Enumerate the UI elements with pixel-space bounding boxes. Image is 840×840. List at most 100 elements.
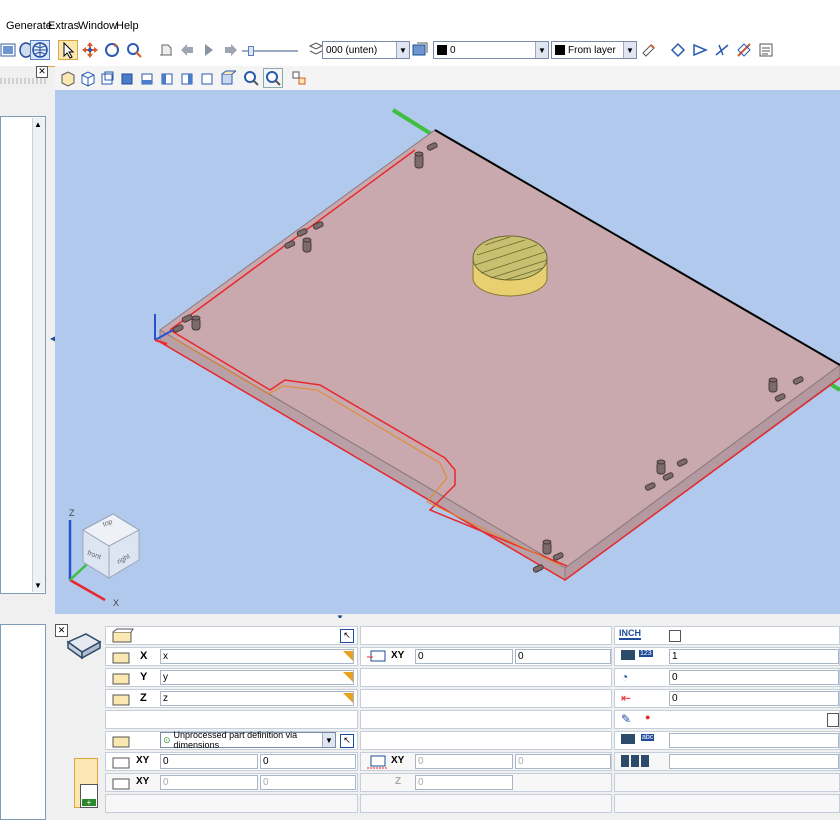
tool-icon: ✎ xyxy=(621,712,632,726)
units-checkbox[interactable] xyxy=(669,630,681,642)
back-arrow-icon[interactable] xyxy=(178,40,198,60)
corner-tool-icon[interactable] xyxy=(690,40,710,60)
formula-flag-icon[interactable] xyxy=(343,651,353,661)
x-input[interactable]: x xyxy=(160,649,354,664)
zoom-rotate-icon[interactable] xyxy=(124,40,144,60)
row-c2-4 xyxy=(360,689,612,708)
panel-grip[interactable] xyxy=(0,78,46,84)
color-dots-icon: ● xyxy=(645,712,651,722)
menu-extras[interactable]: Extras xyxy=(48,20,79,32)
history-icon[interactable] xyxy=(156,40,176,60)
bottom-left-list[interactable] xyxy=(0,624,46,820)
ref-xy-label: XY xyxy=(391,755,405,766)
properties-icon[interactable] xyxy=(756,40,776,60)
stack-icon xyxy=(621,650,635,660)
offset-icon: ⇤ xyxy=(621,691,632,705)
animation-slider[interactable] xyxy=(242,46,298,56)
main-toolbar: 000 (unten) ▼ 0 ▼ From layer ▼ xyxy=(0,36,840,67)
chevron-down-icon[interactable]: ▼ xyxy=(322,733,335,747)
menu-help[interactable]: Help xyxy=(116,20,139,32)
forward-arrow-icon[interactable] xyxy=(220,40,240,60)
chevron-down-icon[interactable]: ▼ xyxy=(535,42,548,58)
linetype-swatch xyxy=(555,45,565,55)
trim-tool-icon[interactable] xyxy=(712,40,732,60)
select-pointer-icon[interactable] xyxy=(58,40,78,60)
label-input[interactable] xyxy=(669,733,839,748)
shaded-view-icon[interactable] xyxy=(217,68,237,88)
dim-z-icon xyxy=(110,691,134,707)
ref-y-input[interactable]: 0 xyxy=(515,754,611,769)
edge-tool-icon[interactable] xyxy=(668,40,688,60)
vertical-scrollbar[interactable]: ▲ ▼ xyxy=(32,118,45,592)
abc-badge: abc xyxy=(641,734,655,741)
offset-input[interactable]: 0 xyxy=(669,691,839,706)
row-c2-9 xyxy=(360,794,612,813)
scroll-up-icon[interactable]: ▲ xyxy=(34,120,42,129)
chevron-down-icon[interactable]: ▼ xyxy=(623,42,636,58)
properties-panel: ✕ + ↖ X x Y y Z z ⊙ Unprocessed part def… xyxy=(0,618,840,840)
formula-flag-icon[interactable] xyxy=(343,693,353,703)
close-icon[interactable]: ✕ xyxy=(36,66,48,78)
left-view-icon[interactable] xyxy=(157,68,177,88)
row-c2-6 xyxy=(360,731,612,750)
wire-view-icon[interactable] xyxy=(197,68,217,88)
paint-icon[interactable] xyxy=(638,40,658,60)
pan-icon[interactable] xyxy=(80,40,100,60)
color-palette-icon[interactable] xyxy=(410,40,430,60)
gizmo-z-label: Z xyxy=(69,508,75,518)
pick-arrow-icon[interactable]: ↖ xyxy=(340,629,354,643)
count-input[interactable]: 1 xyxy=(669,649,839,664)
row-c2-ref-xy: XY 0 0 xyxy=(360,752,612,771)
color-combo[interactable]: 0 ▼ xyxy=(433,41,549,59)
origin2-icon xyxy=(110,775,134,791)
z-input[interactable]: z xyxy=(160,691,354,706)
part-definition-combo[interactable]: ⊙ Unprocessed part definition via dimens… xyxy=(160,730,336,750)
row-c3-9 xyxy=(614,794,840,813)
color-swatch xyxy=(437,45,447,55)
row-x: X x xyxy=(105,647,358,666)
right-view-icon[interactable] xyxy=(177,68,197,88)
status-bar xyxy=(0,820,840,840)
snap-icon[interactable] xyxy=(289,68,309,88)
origin-y-input[interactable]: 0 xyxy=(260,754,356,769)
front-view-icon[interactable] xyxy=(77,68,97,88)
row-origin-xy-2: XY 0 0 xyxy=(105,773,358,792)
top-view-icon[interactable] xyxy=(117,68,137,88)
c2-y-input[interactable]: 0 xyxy=(515,649,611,664)
add-panel-button[interactable]: + xyxy=(80,784,98,808)
formula-flag-icon[interactable] xyxy=(343,672,353,682)
scroll-down-icon[interactable]: ▼ xyxy=(34,581,42,590)
origin-x-input[interactable]: 0 xyxy=(160,754,258,769)
chamfer-tool-icon[interactable] xyxy=(734,40,754,60)
badge-123: 123 xyxy=(639,650,653,657)
part-outline-icon xyxy=(110,628,134,644)
rotate-icon[interactable] xyxy=(102,40,122,60)
origin2-y-input[interactable]: 0 xyxy=(260,775,356,790)
menu-generate[interactable]: Generate xyxy=(6,20,52,32)
linetype-combo[interactable]: From layer ▼ xyxy=(551,41,637,59)
3d-viewport[interactable]: Z X top front right xyxy=(55,90,840,614)
tool-checkbox[interactable] xyxy=(827,713,839,727)
angle-input[interactable]: 0 xyxy=(669,670,839,685)
origin2-x-input[interactable]: 0 xyxy=(160,775,258,790)
pick-arrow-icon[interactable]: ↖ xyxy=(340,734,354,748)
layers-icon xyxy=(621,755,651,767)
play-icon[interactable] xyxy=(198,40,218,60)
layers-input[interactable] xyxy=(669,754,839,769)
chevron-down-icon[interactable]: ▼ xyxy=(396,42,409,58)
zoom-icon[interactable] xyxy=(241,68,261,88)
ref-x-input[interactable]: 0 xyxy=(415,754,513,769)
bottom-view-icon[interactable] xyxy=(137,68,157,88)
globe-icon[interactable] xyxy=(30,40,50,60)
iso-view-icon[interactable] xyxy=(57,68,77,88)
menu-window[interactable]: Window xyxy=(78,20,117,32)
part-def-icon xyxy=(110,733,134,749)
c2-x-input[interactable]: 0 xyxy=(415,649,513,664)
x-label: X xyxy=(140,650,148,662)
y-input[interactable]: y xyxy=(160,670,354,685)
back-view-icon[interactable] xyxy=(97,68,117,88)
color-combo-value: 0 xyxy=(450,44,456,56)
zoom-extents-icon[interactable] xyxy=(263,68,283,88)
ref-z-input[interactable]: 0 xyxy=(415,775,513,790)
layer-combo[interactable]: 000 (unten) ▼ xyxy=(322,41,410,59)
